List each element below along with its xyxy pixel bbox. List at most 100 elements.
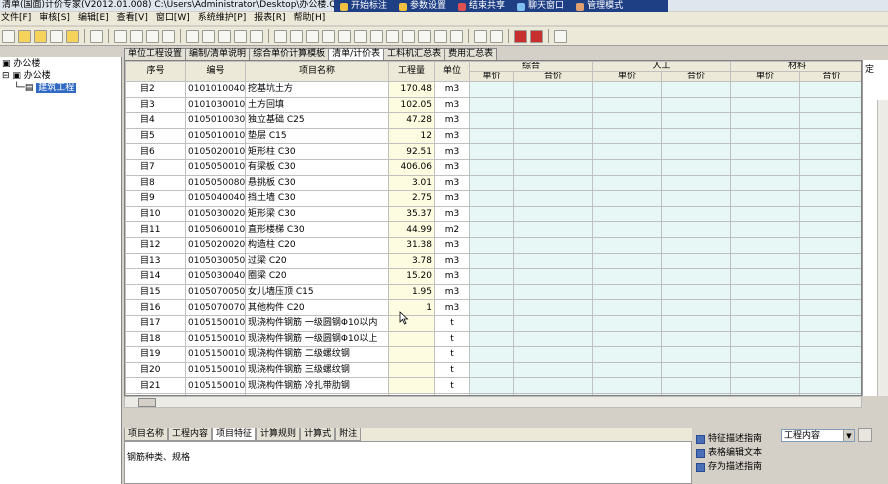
row-price-cell[interactable] xyxy=(730,377,801,394)
row-price-cell[interactable] xyxy=(799,112,861,129)
cut-icon[interactable] xyxy=(114,29,127,43)
tab-formula[interactable]: 计算式 xyxy=(300,428,336,441)
row-name[interactable]: 有梁板 C30 xyxy=(245,158,389,176)
vertical-scrollbar[interactable] xyxy=(877,100,888,396)
row-price-cell[interactable] xyxy=(469,205,514,223)
tab-calc-rules[interactable]: 计算规则 xyxy=(256,428,301,441)
row-price-cell[interactable] xyxy=(512,205,594,223)
row-unit[interactable]: m3 xyxy=(434,112,470,129)
table-row[interactable]: 目10010503002010矩形梁 C3035.37m3 xyxy=(125,205,861,223)
row-qty[interactable]: 44.99 xyxy=(388,221,435,238)
feature-text-area[interactable]: 钢筋种类、规格 xyxy=(124,441,692,484)
grid-icon-5[interactable] xyxy=(338,29,351,43)
col-header-qty[interactable]: 工程量 xyxy=(388,61,435,82)
row-price-cell[interactable] xyxy=(799,377,861,394)
row-name[interactable]: 圈梁 C20 xyxy=(245,268,389,285)
row-seq[interactable]: 目11 xyxy=(125,221,186,238)
row-seq[interactable]: 目10 xyxy=(125,205,186,223)
row-seq[interactable]: 目16 xyxy=(125,299,186,316)
tab-work-content[interactable]: 工程内容 xyxy=(168,428,213,441)
row-seq[interactable]: 目19 xyxy=(125,346,186,363)
row-code[interactable]: 010503002010 xyxy=(185,205,246,223)
row-price-cell[interactable] xyxy=(469,346,514,363)
row-name[interactable]: 现浇构件钢筋 一级圆钢Φ10以上 xyxy=(245,330,389,348)
row-price-cell[interactable] xyxy=(469,236,514,254)
table-row[interactable]: 目15010507005015女儿墙压顶 C151.95m3 xyxy=(125,283,861,301)
document-icon[interactable] xyxy=(90,29,103,43)
col-header-total-price[interactable]: 合价 xyxy=(661,71,732,82)
row-seq[interactable]: 目12 xyxy=(125,236,186,254)
row-unit[interactable]: m3 xyxy=(434,252,470,270)
tab-notes[interactable]: 附注 xyxy=(335,428,362,441)
tab-material-summary[interactable]: 工料机汇总表 xyxy=(383,48,446,60)
row-name[interactable]: 矩形柱 C30 xyxy=(245,143,389,160)
grid-icon-6[interactable] xyxy=(354,29,367,43)
row-price-cell[interactable] xyxy=(730,127,801,145)
search-icon[interactable] xyxy=(218,29,231,43)
row-price-cell[interactable] xyxy=(799,96,861,114)
menu-audit[interactable]: 审核[S] xyxy=(39,12,70,25)
row-price-cell[interactable] xyxy=(730,299,801,316)
row-price-cell[interactable] xyxy=(799,346,861,363)
row-unit[interactable]: m3 xyxy=(434,96,470,114)
row-qty[interactable] xyxy=(388,346,435,363)
table-row[interactable]: 目13010503005013过梁 C203.78m3 xyxy=(125,252,861,270)
row-unit[interactable]: m3 xyxy=(434,236,470,254)
row-unit[interactable]: t xyxy=(434,361,470,379)
row-unit[interactable]: m3 xyxy=(434,190,470,207)
row-seq[interactable]: 目20 xyxy=(125,361,186,379)
tab-unit-settings[interactable]: 单位工程设置 xyxy=(124,48,187,60)
row-price-cell[interactable] xyxy=(661,221,732,238)
row-price-cell[interactable] xyxy=(469,268,514,285)
row-price-cell[interactable] xyxy=(730,283,801,301)
menu-help[interactable]: 帮助[H] xyxy=(294,12,326,25)
row-seq[interactable]: 目8 xyxy=(125,174,186,192)
row-price-cell[interactable] xyxy=(512,190,594,207)
table-row[interactable]: 目16010507007016其他构件 C201m3 xyxy=(125,299,861,316)
row-unit[interactable]: m3 xyxy=(434,127,470,145)
row-price-cell[interactable] xyxy=(730,221,801,238)
row-price-cell[interactable] xyxy=(592,205,663,223)
row-unit[interactable]: m3 xyxy=(434,283,470,301)
table-row[interactable]: 目18010515001018现浇构件钢筋 一级圆钢Φ10以上 t xyxy=(125,330,861,348)
row-price-cell[interactable] xyxy=(592,299,663,316)
col-header-seq[interactable]: 序号 xyxy=(125,61,186,82)
row-code[interactable]: 010515001021 xyxy=(185,377,246,394)
grid-icon-3[interactable] xyxy=(306,29,319,43)
row-price-cell[interactable] xyxy=(799,236,861,254)
table-row[interactable]: 目19010515001019现浇构件钢筋 二级螺纹钢 t xyxy=(125,346,861,363)
row-unit[interactable]: m2 xyxy=(434,221,470,238)
col-header-unit[interactable]: 单位 xyxy=(434,61,470,82)
row-qty[interactable]: 102.05 xyxy=(388,96,435,114)
new-icon[interactable] xyxy=(2,29,15,43)
row-price-cell[interactable] xyxy=(730,361,801,379)
row-code[interactable]: 010515001019 xyxy=(185,346,246,363)
table-row[interactable]: 目3010103001003土方回填102.05m3 xyxy=(125,96,861,114)
row-price-cell[interactable] xyxy=(661,158,732,176)
row-price-cell[interactable] xyxy=(512,143,594,160)
row-price-cell[interactable] xyxy=(469,377,514,394)
row-price-cell[interactable] xyxy=(799,143,861,160)
save-as-icon[interactable] xyxy=(66,29,79,43)
row-code[interactable]: 010507005015 xyxy=(185,283,246,301)
row-price-cell[interactable] xyxy=(592,252,663,270)
row-price-cell[interactable] xyxy=(592,221,663,238)
row-seq[interactable]: 目21 xyxy=(125,377,186,394)
table-row[interactable]: 目11010506001011直形楼梯 C3044.99m2 xyxy=(125,221,861,238)
refresh-icon[interactable] xyxy=(514,29,527,43)
calc-icon[interactable] xyxy=(474,29,487,43)
row-name[interactable]: 现浇构件钢筋 二级螺纹钢 xyxy=(245,346,389,363)
row-price-cell[interactable] xyxy=(512,174,594,192)
row-qty[interactable]: 15.20 xyxy=(388,268,435,285)
row-code[interactable]: 010501001005 xyxy=(185,127,246,145)
row-price-cell[interactable] xyxy=(469,221,514,238)
row-price-cell[interactable] xyxy=(730,112,801,129)
list-icon[interactable] xyxy=(490,29,503,43)
row-price-cell[interactable] xyxy=(469,143,514,160)
book-icon[interactable] xyxy=(530,29,543,43)
row-price-cell[interactable] xyxy=(799,268,861,285)
row-price-cell[interactable] xyxy=(661,112,732,129)
tab-item-name[interactable]: 项目名称 xyxy=(124,428,169,441)
row-name[interactable]: 挡土墙 C30 xyxy=(245,190,389,207)
row-qty[interactable] xyxy=(388,314,435,332)
